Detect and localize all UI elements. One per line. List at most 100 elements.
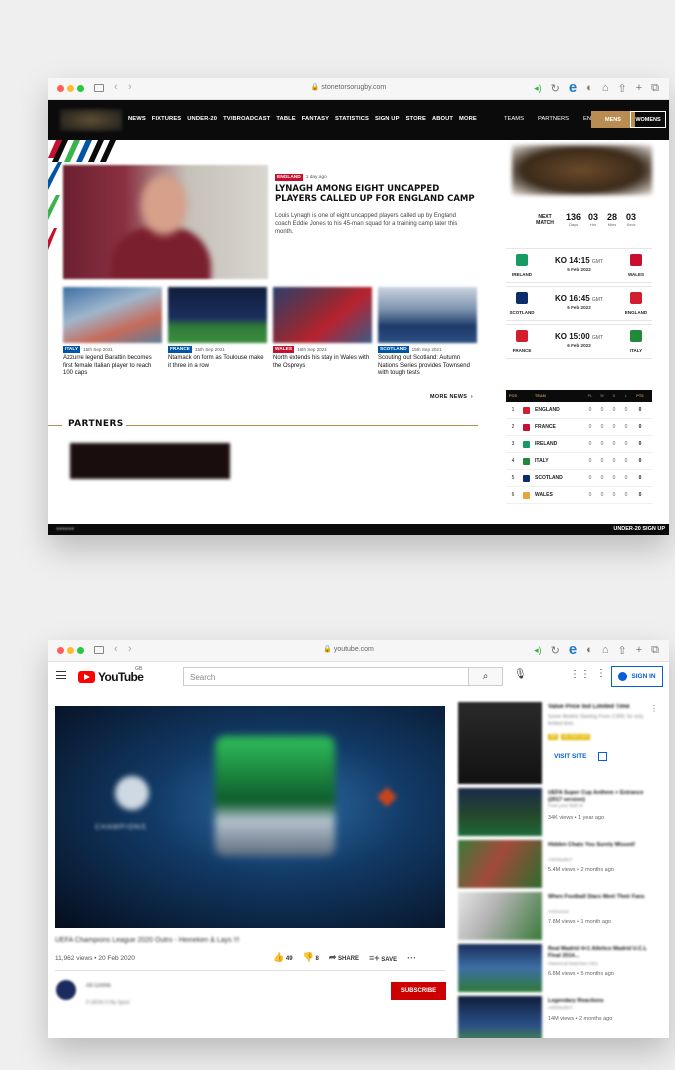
subscribe-button[interactable]: SUBSCRIBE — [391, 982, 446, 1000]
mens-button[interactable]: MENS — [591, 111, 635, 128]
news-card-tag[interactable]: SCOTLAND — [378, 346, 409, 353]
teams-link[interactable]: TEAMS — [504, 116, 524, 124]
menu-item-store[interactable]: STORE — [406, 116, 426, 122]
share-icon[interactable]: ⇧ — [617, 644, 626, 657]
home-icon[interactable]: ⌂ — [602, 82, 609, 94]
menu-item-table[interactable]: TABLE — [276, 116, 295, 122]
share-icon[interactable]: ⇧ — [617, 82, 626, 95]
sidebar-ad[interactable]: Value Price but Limited Time Some Models… — [458, 702, 664, 784]
apps-grid-icon[interactable]: ⋮⋮ — [570, 669, 590, 680]
related-video[interactable]: UEFA Super Cup Anthem + Entrance (2017 v… — [458, 788, 664, 840]
news-card-tag[interactable]: WALES — [273, 346, 295, 353]
channel-avatar[interactable] — [56, 980, 76, 1000]
fixture-row[interactable]: FRANCE KO 15:00 GMT 6 Feb 2022 ITALY — [506, 324, 652, 359]
related-thumbnail[interactable] — [458, 996, 542, 1038]
home-icon[interactable]: ⌂ — [602, 644, 609, 656]
extension-e-icon[interactable]: e — [569, 642, 577, 658]
sidebar-ad-image[interactable] — [512, 145, 652, 195]
hero-headline[interactable]: LYNAGH AMONG EIGHT UNCAPPED PLAYERS CALL… — [275, 184, 475, 204]
related-title[interactable]: When Football Stars Meet Their Fans — [548, 894, 654, 901]
privacy-icon[interactable]: ◐ — [586, 82, 593, 94]
news-card[interactable]: ITALY 15th Sep 2021 Azzurre legend Baratt… — [63, 287, 162, 378]
address-bar[interactable]: 🔒 stonetorsorugby.com — [198, 83, 499, 91]
news-card-tag[interactable]: ITALY — [63, 346, 81, 353]
new-tab-icon[interactable]: + — [636, 644, 642, 656]
like-button[interactable]: 👍 49 — [273, 952, 293, 963]
partner-logo[interactable] — [70, 443, 230, 479]
menu-item-news[interactable]: NEWS — [128, 116, 146, 122]
site-logo[interactable] — [60, 109, 122, 131]
menu-item-fixtures[interactable]: FIXTURES — [152, 116, 181, 122]
menu-item-more[interactable]: MORE — [459, 116, 477, 122]
womens-button[interactable]: WOMENS — [630, 111, 666, 128]
visit-site-button[interactable]: VISIT SITE — [554, 753, 587, 760]
table-row[interactable]: 1 ENGLAND 0 0 0 0 0 — [506, 402, 652, 419]
audio-icon[interactable]: ◂) — [534, 645, 542, 656]
menu-item-under-20[interactable]: UNDER-20 — [187, 116, 217, 122]
related-video[interactable]: When Football Stars Meet Their Fans ArtS… — [458, 892, 664, 944]
news-card-image[interactable] — [273, 287, 372, 343]
menu-item-about[interactable]: ABOUT — [432, 116, 453, 122]
maximize-window-button[interactable] — [77, 85, 84, 92]
search-input[interactable]: Search — [183, 667, 469, 686]
news-card[interactable]: FRANCE 15th Sep 2021 Ntamack on form as T… — [168, 287, 267, 378]
save-button[interactable]: ≡+ SAVE — [369, 953, 397, 963]
extension-e-icon[interactable]: e — [569, 80, 577, 96]
ad-title[interactable]: Value Price but Limited Time — [548, 704, 654, 710]
related-title[interactable]: UEFA Super Cup Anthem + Entrance (2017 v… — [548, 790, 654, 804]
minimize-window-button[interactable] — [67, 85, 74, 92]
back-icon[interactable]: ‹ — [114, 81, 118, 93]
fixture-row[interactable]: IRELAND KO 14:15 GMT 5 Feb 2022 WALES — [506, 248, 652, 283]
reload-icon[interactable]: ↻ — [551, 644, 560, 657]
settings-more-icon[interactable]: ⋮ — [596, 668, 606, 679]
close-window-button[interactable] — [57, 647, 64, 654]
menu-icon[interactable] — [56, 671, 66, 679]
related-thumbnail[interactable] — [458, 788, 542, 836]
related-thumbnail[interactable] — [458, 892, 542, 940]
youtube-wordmark[interactable]: YouTube — [98, 670, 144, 684]
news-card[interactable]: SCOTLAND 15th Sep 2021 Scouting out Scotl… — [378, 287, 477, 378]
related-video[interactable]: Real Madrid 4+1 Atletico Madrid U.C.L Fi… — [458, 944, 664, 996]
related-thumbnail[interactable] — [458, 944, 542, 992]
external-link-icon[interactable] — [598, 752, 607, 761]
ad-thumbnail[interactable] — [458, 702, 542, 784]
related-title[interactable]: Real Madrid 4+1 Atletico Madrid U.C.L Fi… — [548, 946, 654, 960]
news-card-title[interactable]: Scouting out Scotland: Autumn Nations Se… — [378, 355, 477, 378]
menu-item-tv-broadcast[interactable]: TV/BROADCAST — [223, 116, 270, 122]
forward-icon[interactable]: › — [128, 81, 132, 93]
dislike-button[interactable]: 👎 8 — [303, 952, 319, 963]
news-card-image[interactable] — [168, 287, 267, 343]
news-card[interactable]: WALES 16th Sep 2021 North extends his sta… — [273, 287, 372, 378]
channel-name[interactable]: All Grime — [86, 983, 111, 989]
back-icon[interactable]: ‹ — [114, 643, 118, 655]
privacy-icon[interactable]: ◐ — [586, 644, 593, 656]
sidebar-toggle-icon[interactable] — [94, 646, 104, 654]
more-news-link[interactable]: MORE NEWS › — [430, 394, 473, 400]
maximize-window-button[interactable] — [77, 647, 84, 654]
share-button[interactable]: ➦ SHARE — [329, 952, 359, 963]
partners-link[interactable]: PARTNERS — [538, 116, 569, 124]
related-title[interactable]: Hidden Chats You Surely Missed! — [548, 842, 654, 849]
language-selector[interactable]: EN — [583, 116, 591, 124]
news-card-title[interactable]: North extends his stay in Wales with the… — [273, 355, 372, 370]
new-tab-icon[interactable]: + — [636, 82, 642, 94]
tabs-icon[interactable]: ⧉ — [651, 82, 659, 95]
sign-in-button[interactable]: SIGN IN — [611, 666, 663, 687]
hero-image[interactable] — [63, 165, 268, 279]
news-card-title[interactable]: Ntamack on form as Toulouse make it thre… — [168, 355, 267, 370]
related-thumbnail[interactable] — [458, 840, 542, 888]
news-card-title[interactable]: Azzurre legend Barattin becomes first fe… — [63, 355, 162, 378]
forward-icon[interactable]: › — [128, 643, 132, 655]
minimize-window-button[interactable] — [67, 647, 74, 654]
hero-tag[interactable]: ENGLAND — [275, 174, 303, 181]
menu-item-sign-up[interactable]: SIGN UP — [375, 116, 400, 122]
table-row[interactable]: 6 WALES 0 0 0 0 0 — [506, 487, 652, 504]
reload-icon[interactable]: ↻ — [551, 82, 560, 95]
video-player[interactable]: CHAMPIONS — [55, 706, 445, 928]
close-window-button[interactable] — [57, 85, 64, 92]
table-row[interactable]: 2 FRANCE 0 0 0 0 0 — [506, 419, 652, 436]
search-button[interactable]: ⌕ — [469, 667, 503, 686]
news-card-image[interactable] — [378, 287, 477, 343]
menu-item-fantasy[interactable]: FANTASY — [302, 116, 329, 122]
tabs-icon[interactable]: ⧉ — [651, 644, 659, 657]
